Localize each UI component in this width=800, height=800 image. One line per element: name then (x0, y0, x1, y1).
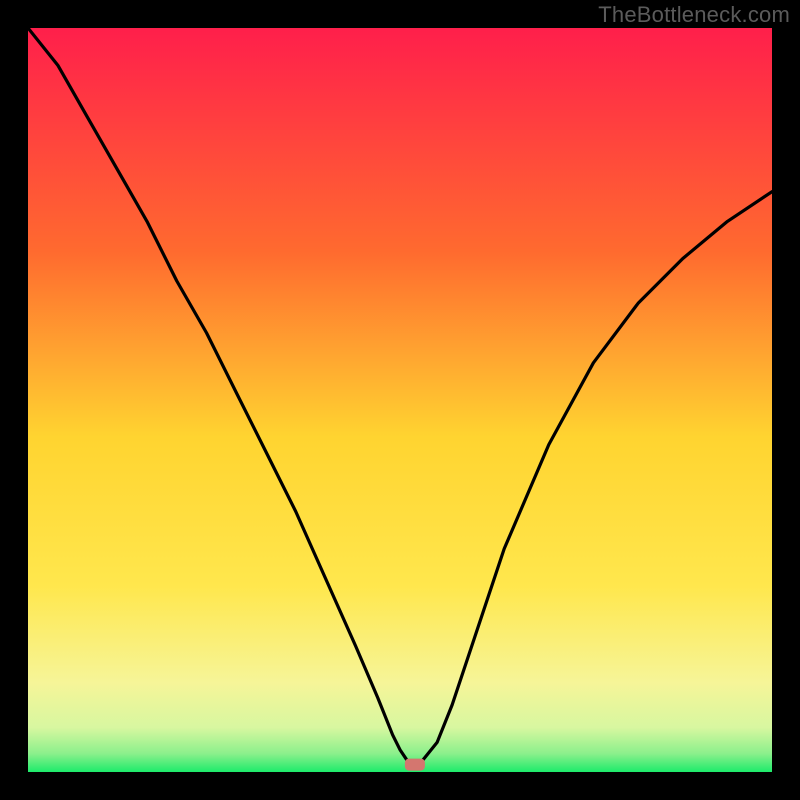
watermark-text: TheBottleneck.com (598, 2, 790, 28)
chart-frame: TheBottleneck.com (0, 0, 800, 800)
plot-area (28, 28, 772, 772)
chart-svg (28, 28, 772, 772)
minimum-marker (405, 759, 425, 771)
chart-background (28, 28, 772, 772)
